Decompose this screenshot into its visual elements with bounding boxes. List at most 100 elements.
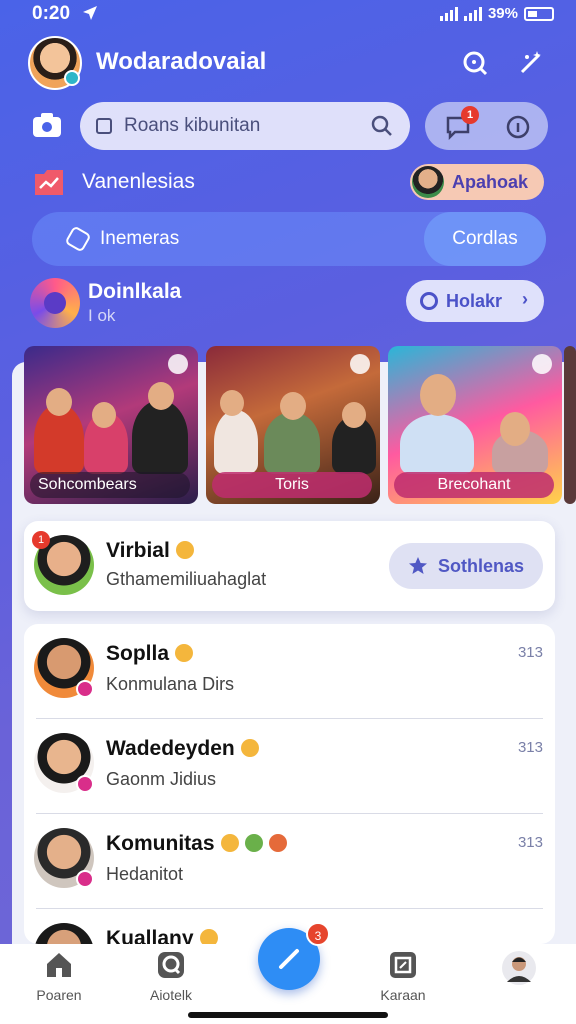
- chat-list: Soplla Konmulana Dirs 313 Wadedeyden Gao…: [24, 624, 555, 944]
- action-pill: 1: [425, 102, 548, 150]
- story-badge-icon: [532, 354, 552, 374]
- tab-label: Cordlas: [452, 228, 518, 249]
- app-header: Wodaradovaial: [28, 36, 552, 90]
- story-card[interactable]: Brecohant: [388, 346, 562, 504]
- chat-message: Konmulana Dirs: [106, 674, 235, 694]
- square-icon: [96, 118, 112, 134]
- emoji-icon: [268, 834, 287, 852]
- list-item[interactable]: Soplla Konmulana Dirs 313: [24, 624, 555, 719]
- wifi-signal-icon: [439, 6, 458, 21]
- search-placeholder: Roans kibunitan: [124, 115, 261, 136]
- story-badge-icon: [350, 354, 370, 374]
- emoji-icon: [240, 739, 259, 757]
- search-icon[interactable]: [370, 114, 394, 138]
- notification-badge: 1: [461, 106, 479, 124]
- battery-icon: [524, 6, 554, 21]
- search-icon[interactable]: [460, 48, 490, 78]
- online-badge: [64, 70, 80, 86]
- profile-avatar-icon: [502, 951, 536, 985]
- community-button[interactable]: Holakr ›: [406, 280, 544, 322]
- status-badge: [76, 775, 94, 793]
- cell-signal-icon: [463, 6, 482, 21]
- document-icon: [390, 952, 416, 978]
- compose-badge: 3: [306, 922, 330, 946]
- story-card[interactable]: Toris: [206, 346, 380, 504]
- app-title: Wodaradovaial: [96, 48, 267, 75]
- location-icon: [83, 6, 97, 20]
- chat-avatar: [34, 923, 94, 944]
- chat-message: Gthamemiliuahaglat: [106, 569, 267, 589]
- chevron-right-icon: ›: [522, 289, 528, 309]
- story-label: Sohcombears: [30, 472, 190, 498]
- story-face: [92, 402, 116, 428]
- stories-carousel: Sohcombears Toris Brecohant: [24, 346, 576, 504]
- nav-label: Aiotelk: [149, 987, 193, 1003]
- featured-action-button[interactable]: Sothlenas: [389, 543, 543, 589]
- chat-time: 313: [517, 739, 543, 756]
- chip-label: Apahoak: [452, 171, 529, 192]
- chat-name: Kuallany: [106, 927, 218, 944]
- status-indicators: 39%: [439, 5, 554, 22]
- community-title: Doinlkala: [88, 280, 182, 303]
- status-badge: [76, 870, 94, 888]
- nav-search[interactable]: Aiotelk: [126, 950, 216, 1003]
- chat-name: Komunitas: [106, 832, 287, 856]
- story-card[interactable]: Sohcombears: [24, 346, 198, 504]
- status-bar: 0:20 39%: [0, 0, 576, 28]
- story-person: [264, 412, 320, 474]
- featured-chat[interactable]: 1 Virbial Gthamemiliuahaglat Sothlenas: [24, 521, 555, 611]
- chip-avatar: [412, 166, 444, 198]
- tab-label: Inemeras: [100, 228, 180, 249]
- story-card-partial[interactable]: [564, 346, 576, 504]
- list-item[interactable]: Wadedeyden Gaonm Jidius 313: [24, 719, 555, 814]
- emoji-icon: [199, 929, 218, 944]
- featured-button-label: Sothlenas: [437, 555, 525, 576]
- folder-chart-icon: [35, 170, 63, 195]
- nav-files[interactable]: Karaan: [358, 950, 448, 1003]
- story-face: [420, 374, 456, 416]
- list-item[interactable]: Komunitas Hedanitot 313: [24, 814, 555, 909]
- home-indicator: [188, 1012, 388, 1018]
- camera-icon[interactable]: [32, 112, 62, 138]
- chat-name: Wadedeyden: [106, 737, 259, 761]
- hexagon-icon: [64, 225, 92, 253]
- user-chip[interactable]: Apahoak: [410, 164, 544, 200]
- tabs-row: Inemeras Cordlas: [32, 212, 546, 266]
- nav-label: Karaan: [380, 987, 426, 1003]
- tab-inemeras[interactable]: Inemeras: [64, 225, 180, 253]
- story-person: [132, 400, 188, 474]
- chat-name: Soplla: [106, 642, 194, 666]
- story-face: [342, 402, 366, 428]
- community-logo[interactable]: [30, 278, 80, 328]
- story-label: Brecohant: [394, 472, 554, 498]
- section-label: Vanenlesias: [82, 170, 195, 193]
- story-face: [148, 382, 174, 410]
- nav-label: Poaren: [36, 987, 82, 1003]
- story-person: [214, 410, 258, 474]
- status-time: 0:20: [32, 3, 71, 24]
- search-input[interactable]: Roans kibunitan: [80, 102, 410, 150]
- community-button-label: Holakr: [446, 290, 503, 311]
- nav-profile[interactable]: [474, 950, 564, 993]
- chat-message: Hedanitot: [106, 864, 184, 884]
- chat-time: 313: [517, 834, 543, 851]
- story-person: [400, 414, 474, 474]
- emoji-icon: [175, 541, 194, 559]
- chat-message: Gaonm Jidius: [106, 769, 217, 789]
- tab-cordlas[interactable]: Cordlas: [424, 212, 546, 266]
- info-icon[interactable]: [505, 114, 531, 140]
- star-icon: [408, 557, 427, 574]
- nav-home[interactable]: Poaren: [14, 950, 104, 1003]
- story-face: [220, 390, 244, 416]
- story-label: Toris: [212, 472, 372, 498]
- chat-search-icon: [158, 952, 184, 978]
- emoji-icon: [244, 834, 263, 852]
- chat-time: 313: [517, 644, 543, 661]
- emoji-icon: [175, 644, 194, 662]
- story-face: [46, 388, 72, 416]
- emoji-icon: [220, 834, 239, 852]
- chat-name: Virbial: [106, 539, 194, 563]
- search-row: Roans kibunitan 1: [28, 102, 548, 150]
- magic-wand-icon[interactable]: [516, 48, 546, 78]
- community-row: Doinlkala I ok Holakr ›: [28, 276, 548, 330]
